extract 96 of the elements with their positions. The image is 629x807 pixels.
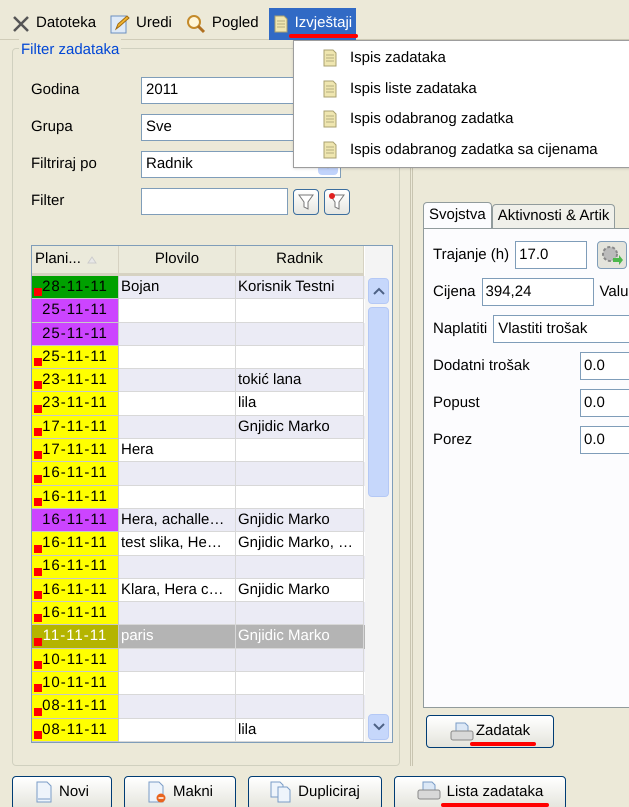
page-remove-icon (146, 781, 167, 803)
table-cell: lila (236, 718, 364, 742)
table-row[interactable]: 25-11-11 (32, 346, 365, 370)
date-cell: 10-11-11 (32, 672, 119, 696)
date-cell: 16-11-11 (32, 532, 119, 556)
document-icon (322, 49, 338, 68)
gear-arrow-icon (601, 245, 624, 265)
date-cell: 17-11-11 (32, 416, 119, 440)
sort-arrow-icon (86, 256, 97, 264)
table-row[interactable]: 08-11-11 (32, 695, 365, 719)
date-cell: 25-11-11 (32, 346, 119, 370)
task-print-button[interactable]: Zadatak (426, 715, 554, 748)
table-row[interactable]: 16-11-11 Klara, Hera c… Gnjidic Marko (32, 578, 365, 602)
filter-field[interactable] (141, 188, 288, 215)
date-cell: 16-11-11 (32, 556, 119, 579)
table-row[interactable]: 23-11-11 lila (32, 392, 365, 416)
page-icon (34, 781, 53, 803)
field-label: Porez (433, 430, 474, 450)
date-cell: 10-11-11 (32, 648, 119, 672)
document-icon (272, 14, 289, 32)
table-row[interactable]: 10-11-11 (32, 672, 365, 696)
date-cell: 16-11-11 (32, 602, 119, 626)
date-cell: 16-11-11 (32, 578, 119, 602)
printer-icon (416, 781, 441, 801)
table-row[interactable]: 10-11-11 (32, 648, 365, 672)
printer-icon (450, 722, 474, 742)
toolbar-button[interactable]: Novi (12, 776, 112, 807)
date-cell: 25-11-11 (32, 322, 119, 346)
table-row[interactable]: 16-11-11 (32, 486, 365, 509)
input-field[interactable]: 0.0 (580, 426, 629, 454)
table-row[interactable]: 16-11-11 (32, 556, 365, 579)
date-cell: 28-11-11 (32, 276, 119, 300)
tools-icon (12, 14, 30, 32)
date-cell: 25-11-11 (32, 299, 119, 323)
date-cell: 17-11-11 (32, 439, 119, 462)
date-cell: 08-11-11 (32, 718, 119, 742)
scrollbar[interactable] (365, 246, 392, 742)
date-cell: 11-11-11 (32, 625, 119, 649)
field-label: Popust (433, 392, 481, 413)
table-row[interactable]: 16-11-11 Hera, achalle… Gnjidic Marko (32, 508, 365, 532)
filter-button[interactable] (293, 188, 319, 214)
table-row[interactable]: 25-11-11 (32, 322, 365, 346)
column-header[interactable]: Radnik (236, 246, 364, 276)
date-cell: 16-11-11 (32, 486, 119, 509)
field-label: Grupa (31, 117, 74, 138)
date-cell: 08-11-11 (32, 695, 119, 719)
date-cell: 23-11-11 (32, 392, 119, 416)
tab[interactable]: Aktivnosti & Artik (492, 204, 616, 228)
menu-item[interactable]: Pogled (182, 8, 263, 40)
document-icon (322, 110, 338, 128)
annotation-underline (470, 742, 536, 746)
date-cell: 16-11-11 (32, 462, 119, 486)
menu-item[interactable]: Datoteka (8, 8, 100, 40)
menu-item[interactable]: Izvještaji (268, 8, 356, 40)
clear-filter-button[interactable] (324, 188, 350, 214)
table-row[interactable]: 16-11-11 (32, 602, 365, 626)
toolbar-button[interactable]: Dupliciraj (248, 776, 382, 807)
table-row[interactable]: 08-11-11 lila (32, 718, 365, 742)
tab[interactable]: Svojstva (423, 202, 492, 228)
field-label: Filtriraj po (31, 154, 98, 174)
field-label: Naplatiti (433, 318, 488, 339)
field-label: Cijena (433, 282, 476, 302)
input-field[interactable]: 17.0 (515, 241, 588, 269)
annotation-underline (288, 34, 358, 38)
combo-box[interactable]: Vlastiti trošak (493, 315, 629, 343)
column-header[interactable]: Plovilo (119, 246, 236, 276)
table-row[interactable]: 17-11-11 Gnjidic Marko (32, 416, 365, 440)
date-cell: 16-11-11 (32, 508, 119, 532)
field-label: Valu (600, 282, 628, 302)
menu-item[interactable]: Uredi (106, 8, 176, 40)
table-row[interactable]: 16-11-11 (32, 462, 365, 486)
table-row[interactable]: 17-11-11 Hera (32, 439, 365, 462)
input-field[interactable]: 0.0 (580, 389, 629, 417)
date-cell: 23-11-11 (32, 369, 119, 392)
table-row[interactable]: 23-11-11 tokić lana (32, 369, 365, 392)
field-label: Trajanje (h) (433, 244, 510, 265)
input-field[interactable]: 0.0 (580, 352, 629, 380)
search-icon (186, 14, 206, 34)
funnel-icon (298, 192, 314, 210)
clear-mark-icon (329, 192, 335, 198)
menu-option[interactable]: Ispis zadataka (294, 43, 629, 74)
document-icon (322, 80, 338, 98)
toolbar-button[interactable]: Lista zadataka (394, 776, 566, 807)
document-icon (322, 140, 338, 159)
input-field[interactable]: 394,24 (482, 278, 594, 306)
field-label: Filter (31, 191, 66, 212)
field-label: Dodatni trošak (433, 356, 531, 376)
table-row[interactable]: 28-11-11 Bojan Korisnik Testni (32, 276, 365, 300)
toolbar-button[interactable]: Makni (124, 776, 236, 807)
table-row[interactable]: 25-11-11 (32, 299, 365, 323)
column-header[interactable]: Plani... (32, 246, 119, 276)
field-label: Godina (31, 80, 80, 100)
calculate-button[interactable] (597, 241, 628, 269)
table-row[interactable]: 16-11-11 test slika, He… Gnjidic Marko, … (32, 532, 365, 556)
copy-icon (270, 781, 292, 803)
pencil-icon (110, 14, 130, 34)
